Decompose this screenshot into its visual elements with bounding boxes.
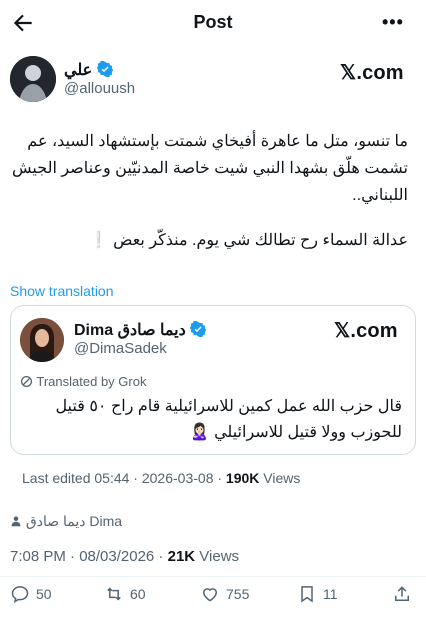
author-name-row[interactable]: علي xyxy=(64,60,113,80)
grok-translation-label: Translated by Grok xyxy=(20,374,146,389)
share-icon xyxy=(395,586,409,601)
repost-button[interactable]: 60 xyxy=(104,583,146,605)
bookmark-icon xyxy=(301,586,313,603)
post-timestamp: 7:08 PM · 08/03/2026 · 21K Views xyxy=(10,548,240,565)
more-options-icon[interactable]: ••• xyxy=(382,12,410,32)
author-avatar[interactable] xyxy=(10,56,56,102)
quoted-source-label: 𝕏.com xyxy=(334,320,398,342)
verified-badge-icon xyxy=(96,61,113,77)
share-button[interactable] xyxy=(392,583,412,605)
divider xyxy=(0,576,426,577)
author-name: علي xyxy=(64,62,93,79)
person-icon xyxy=(11,516,21,527)
show-translation-link[interactable]: Show translation xyxy=(10,283,114,299)
verified-badge-icon xyxy=(190,321,207,337)
quoted-author-name: Dima ديما صادق xyxy=(74,322,186,339)
like-button[interactable]: 755 xyxy=(200,583,249,605)
page-title: Post xyxy=(193,12,233,32)
heart-icon xyxy=(202,588,218,602)
repost-icon xyxy=(107,587,121,601)
grok-icon xyxy=(20,375,33,388)
quoted-author-name-row: Dima ديما صادق xyxy=(74,320,207,340)
bookmark-button[interactable]: 11 xyxy=(297,583,338,605)
tweet-text: ما تنسو، متل ما عاهرة أفيخاي شمتت بإستشه… xyxy=(12,133,408,204)
quoted-credit[interactable]: ديما صادق Dima xyxy=(10,513,122,530)
last-edited-info[interactable]: Last edited 05:44 · 2026-03-08 · 190K Vi… xyxy=(22,470,300,486)
quoted-author-avatar xyxy=(20,318,64,362)
quoted-post-text: قال حزب الله عمل كمين للاسرائيلية قام را… xyxy=(55,398,402,441)
reply-button[interactable]: 50 xyxy=(10,583,52,605)
reply-icon xyxy=(11,586,29,604)
tweet-text-line2: عدالة السماء رح تطالك شي يوم. منذكّر بعض… xyxy=(88,232,408,249)
author-handle[interactable]: @allouush xyxy=(64,80,135,97)
source-label: 𝕏.com xyxy=(340,62,404,84)
quoted-author-handle: @DimaSadek xyxy=(74,340,167,357)
